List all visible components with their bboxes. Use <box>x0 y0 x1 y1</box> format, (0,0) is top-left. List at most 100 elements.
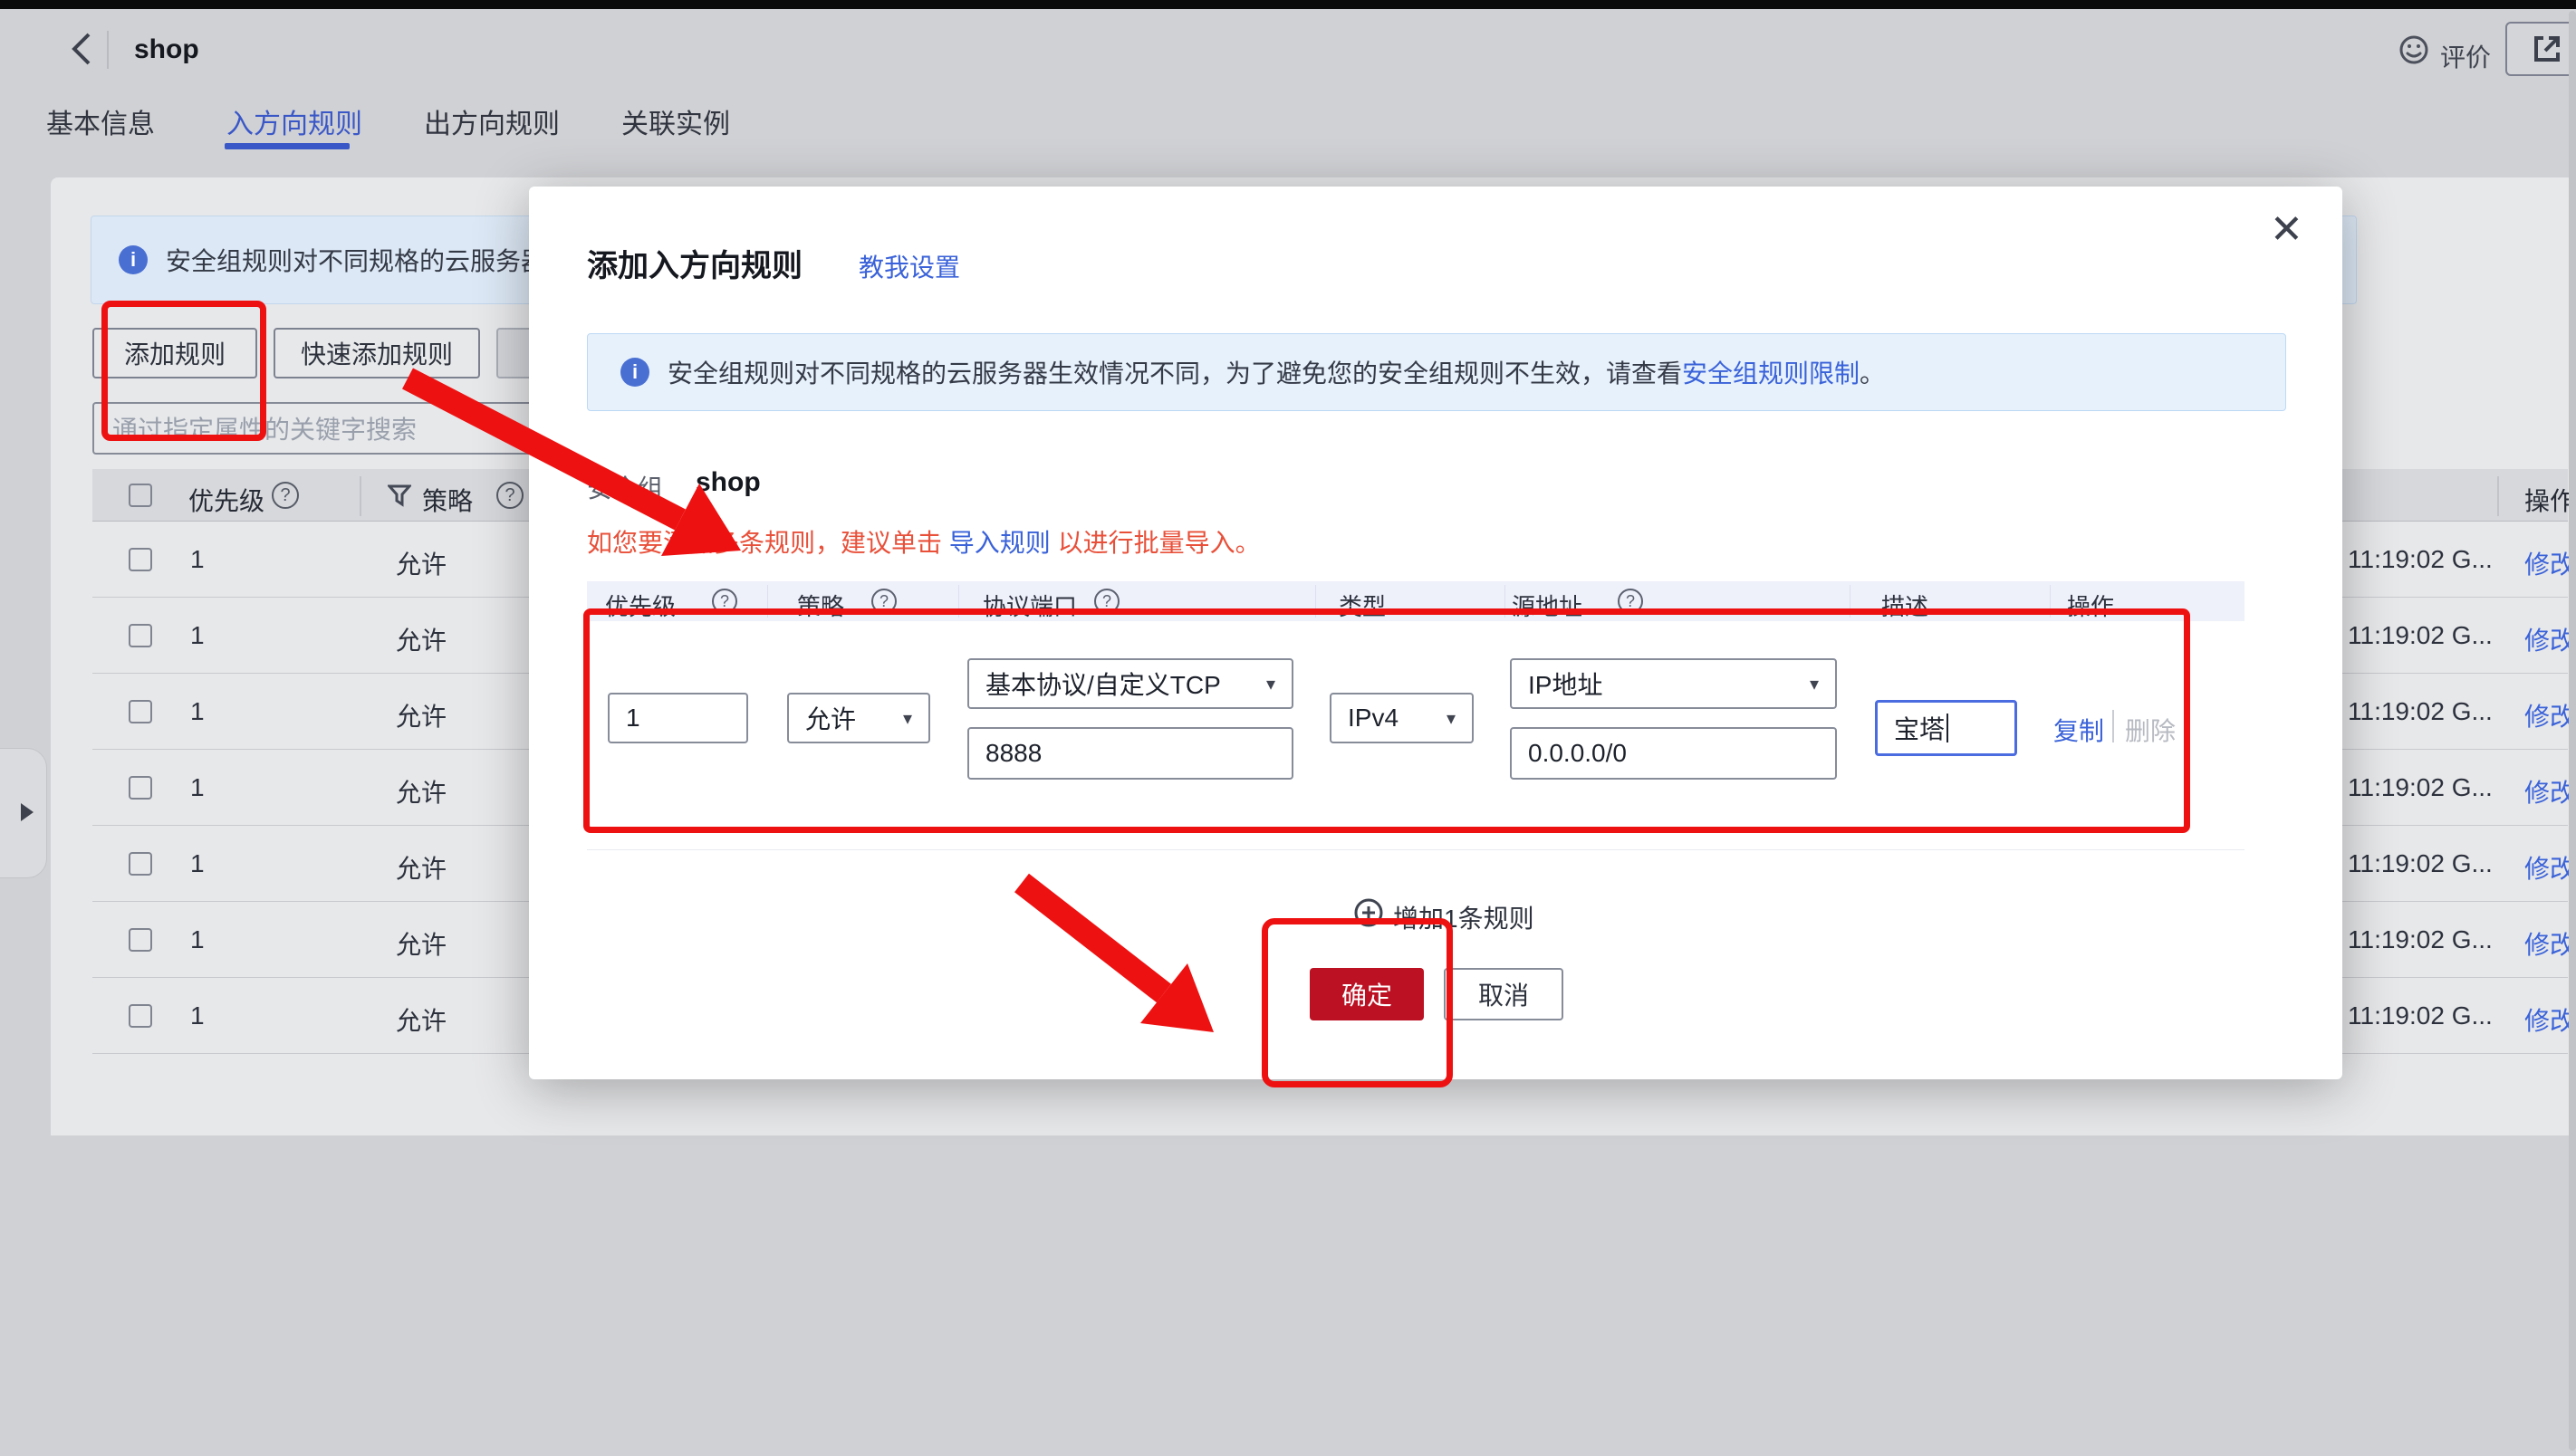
row-modify-link[interactable]: 修改 <box>2524 773 2575 809</box>
tab-associated-instances[interactable]: 关联实例 <box>621 101 730 141</box>
column-policy: 策略 <box>422 482 473 518</box>
col-type: 类型 <box>1339 589 1386 622</box>
source-value: 0.0.0.0/0 <box>1528 739 1627 768</box>
priority-help-icon[interactable]: ? <box>272 482 299 509</box>
smiley-icon[interactable] <box>2398 34 2429 65</box>
row-checkbox[interactable] <box>129 852 152 876</box>
row-priority: 1 <box>190 925 205 954</box>
row-checkbox[interactable] <box>129 624 152 647</box>
row-checkbox[interactable] <box>129 776 152 800</box>
chevron-left-icon <box>65 29 101 69</box>
security-group-value: shop <box>696 467 761 498</box>
row-modify-link[interactable]: 修改 <box>2524 621 2575 657</box>
add-rule-button[interactable]: 添加规则 <box>92 328 257 378</box>
col-source: 源地址 <box>1512 589 1582 622</box>
col-action: 操作 <box>2067 589 2114 622</box>
row-modify-link[interactable]: 修改 <box>2524 1001 2575 1038</box>
page-title: shop <box>134 34 199 65</box>
ok-button[interactable]: 确定 <box>1310 968 1424 1020</box>
header-divider <box>1315 585 1316 618</box>
plus-circle-icon <box>1354 898 1383 927</box>
tab-inbound-rules[interactable]: 入方向规则 <box>226 101 362 141</box>
type-select[interactable]: IPv4 ▾ <box>1330 693 1474 743</box>
priority-help-icon[interactable]: ? <box>712 589 737 614</box>
row-policy: 允许 <box>396 697 447 733</box>
row-priority: 1 <box>190 773 205 802</box>
policy-help-icon[interactable]: ? <box>871 589 897 614</box>
expand-right-icon <box>17 801 35 823</box>
col-protocol: 协议端口 <box>983 589 1077 622</box>
quick-add-rule-button[interactable]: 快速添加规则 <box>274 328 480 378</box>
row-policy: 允许 <box>396 621 447 657</box>
header-divider <box>958 585 959 618</box>
description-input[interactable]: 宝塔 <box>1875 700 2017 756</box>
delete-rule-link[interactable]: 删除 <box>2125 712 2176 748</box>
source-help-icon[interactable]: ? <box>1618 589 1643 614</box>
row-priority: 1 <box>190 697 205 726</box>
policy-help-icon[interactable]: ? <box>496 482 524 509</box>
dialog-banner-text: 安全组规则对不同规格的云服务器生效情况不同，为了避免您的安全组规则不生效，请查看… <box>668 354 1885 390</box>
row-checkbox[interactable] <box>129 548 152 571</box>
protocol-select[interactable]: 基本协议/自定义TCP ▾ <box>967 658 1293 709</box>
row-modify-link[interactable]: 修改 <box>2524 925 2575 962</box>
info-icon: i <box>119 245 148 274</box>
banner-text-after: 。 <box>1860 359 1885 388</box>
row-modify-link[interactable]: 修改 <box>2524 545 2575 581</box>
close-icon[interactable]: ✕ <box>2270 210 2303 250</box>
tab-basic-info[interactable]: 基本信息 <box>46 101 155 141</box>
row-time: 11:19:02 G... <box>2348 773 2493 802</box>
info-icon: i <box>620 358 649 387</box>
row-time: 11:19:02 G... <box>2348 621 2493 650</box>
export-button[interactable] <box>2505 22 2576 76</box>
security-group-label: 安全组 <box>587 469 663 505</box>
header-divider <box>2050 585 2051 618</box>
protocol-help-icon[interactable]: ? <box>1094 589 1120 614</box>
dialog-info-banner: i 安全组规则对不同规格的云服务器生效情况不同，为了避免您的安全组规则不生效，请… <box>587 333 2286 411</box>
add-one-rule-icon[interactable] <box>1354 898 1383 927</box>
banner-text-before: 安全组规则对不同规格的云服务器生效情况不同，为了避免您的安全组规则不生效，请查看 <box>668 359 1682 388</box>
cancel-button[interactable]: 取消 <box>1444 968 1563 1020</box>
row-checkbox[interactable] <box>129 928 152 952</box>
text-cursor <box>1946 714 1948 742</box>
column-priority: 优先级 <box>188 482 264 518</box>
page-scrollbar[interactable] <box>2569 11 2576 1451</box>
tab-outbound-rules[interactable]: 出方向规则 <box>424 101 560 141</box>
row-policy: 允许 <box>396 925 447 962</box>
row-modify-link[interactable]: 修改 <box>2524 849 2575 886</box>
back-button[interactable] <box>65 29 101 69</box>
add-one-rule-link[interactable]: 增加1条规则 <box>1393 899 1534 935</box>
row-checkbox[interactable] <box>129 1004 152 1028</box>
filter-icon[interactable] <box>388 484 411 507</box>
row-time: 11:19:02 G... <box>2348 925 2493 954</box>
protocol-value: 基本协议/自定义TCP <box>985 666 1221 702</box>
column-divider <box>2497 476 2499 516</box>
row-checkbox[interactable] <box>129 700 152 723</box>
system-top-bar <box>0 0 2576 9</box>
row-policy: 允许 <box>396 545 447 581</box>
row-time: 11:19:02 G... <box>2348 697 2493 726</box>
notice-text: 如您要添加多条规则，建议单击 <box>587 529 949 557</box>
copy-rule-link[interactable]: 复制 <box>2053 712 2104 748</box>
port-input[interactable]: 8888 <box>967 727 1293 780</box>
chevron-down-icon: ▾ <box>1266 673 1275 695</box>
policy-select[interactable]: 允许 ▾ <box>787 693 930 743</box>
source-input[interactable]: 0.0.0.0/0 <box>1510 727 1837 780</box>
active-tab-underline <box>225 143 350 149</box>
type-value: IPv4 <box>1348 704 1399 733</box>
row-policy: 允许 <box>396 1001 447 1038</box>
row-policy: 允许 <box>396 849 447 886</box>
feedback-link[interactable]: 评价 <box>2440 38 2491 74</box>
sg-rule-limit-link[interactable]: 安全组规则限制 <box>1682 359 1860 388</box>
row-priority: 1 <box>190 545 205 574</box>
priority-input[interactable]: 1 <box>608 693 748 743</box>
header-divider <box>1504 585 1505 618</box>
select-all-checkbox[interactable] <box>129 484 152 507</box>
description-value: 宝塔 <box>1894 710 1945 746</box>
import-rules-link[interactable]: 导入规则 <box>949 529 1051 557</box>
row-time: 11:19:02 G... <box>2348 545 2493 574</box>
row-modify-link[interactable]: 修改 <box>2524 697 2575 733</box>
teach-me-link[interactable]: 教我设置 <box>859 248 960 284</box>
side-drawer-handle[interactable] <box>0 748 47 878</box>
source-type-select[interactable]: IP地址 ▾ <box>1510 658 1837 709</box>
row-priority: 1 <box>190 1001 205 1030</box>
